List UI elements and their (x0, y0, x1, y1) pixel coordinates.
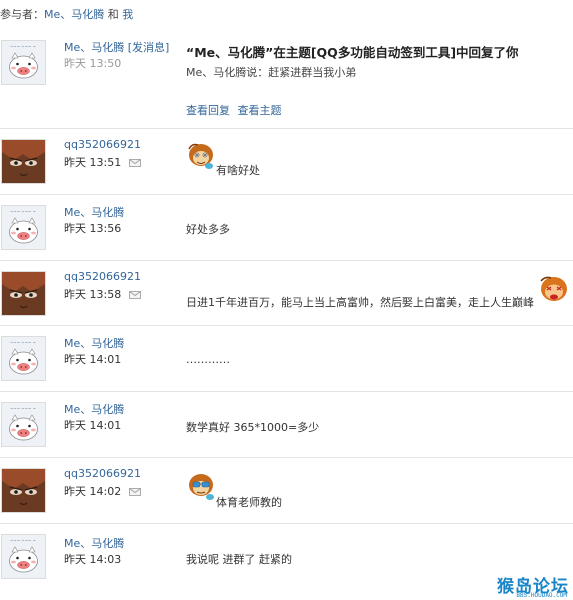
monkey-icon (189, 474, 214, 500)
message-time: 昨天 13:58 (64, 286, 141, 302)
view-reply-link[interactable]: 查看回复 (186, 104, 230, 117)
message-time: 昨天 13:51 (64, 154, 141, 170)
message-text: 有啥好处 (216, 164, 260, 177)
message-time-text: 昨天 14:02 (64, 485, 122, 498)
pig-avatar-icon: ~~~ ~~~ ~ (2, 41, 45, 84)
pig-avatar-icon: ~~~ ~~~ ~ (2, 337, 45, 380)
avatar[interactable] (1, 271, 46, 316)
participants-label: 参与者： (0, 8, 44, 21)
notice-title: “Me、马化腾”在主题[QQ多功能自动签到工具]中回复了你 (186, 45, 519, 60)
notice-user-link[interactable]: Me、马化腾 (64, 41, 124, 54)
message-row: ~~~ ~~~ ~ Me、马化腾 昨天 13:56 好处多多 (0, 195, 573, 261)
message-text: 日进1千年进百万，能马上当上高富帅，然后娶上白富美，走上人生巅峰 (186, 296, 534, 309)
notice-links: 查看回复 查看主题 (186, 102, 286, 118)
message-row: qq352066921 昨天 14:02 体育老师教的 (0, 458, 573, 524)
site-watermark: 猴岛论坛 BBS.HOUDAO.COM (479, 572, 569, 599)
message-text: 数学真好 365*1000=多少 (186, 421, 320, 434)
message-row: ~~~ ~~~ ~ Me、马化腾 昨天 14:01 数学真好 365*1000=… (0, 392, 573, 458)
svg-text:~~~ ~~~ ~: ~~~ ~~~ ~ (10, 406, 36, 411)
message-row: qq352066921 昨天 13:58 日进1千年进百万，能马上当上高富帅，然… (0, 261, 573, 326)
envelope-icon[interactable] (128, 291, 141, 299)
message-time-text: 昨天 14:01 (64, 353, 122, 366)
monkey-icon (540, 276, 567, 301)
message-user-link[interactable]: Me、马化腾 (64, 535, 124, 551)
message-time: 昨天 14:02 (64, 483, 141, 499)
participant-link-mahuateng[interactable]: Me、马化腾 (44, 8, 104, 21)
monkey-icon (188, 143, 213, 169)
message-user-link[interactable]: qq352066921 (64, 270, 141, 283)
message-time-text: 昨天 14:01 (64, 419, 122, 432)
message-user-link[interactable]: Me、马化腾 (64, 335, 124, 351)
avatar[interactable] (1, 468, 46, 513)
participants-bar: 参与者：Me、马化腾 和 我 (0, 8, 133, 22)
avatar[interactable]: ~~~ ~~~ ~ (1, 402, 46, 447)
svg-text:~~~ ~~~ ~: ~~~ ~~~ ~ (10, 44, 36, 49)
notice-subtitle: Me、马化腾说：赶紧进群当我小弟 (186, 66, 357, 79)
message-time-text: 昨天 13:51 (64, 156, 122, 169)
message-user-link[interactable]: Me、马化腾 (64, 401, 124, 417)
face-avatar-icon (2, 469, 45, 512)
watermark-url: BBS.HOUDAO.COM (516, 592, 567, 599)
avatar[interactable]: ~~~ ~~~ ~ (1, 40, 46, 85)
notice-row: ~~~ ~~~ ~ Me、马化腾 [发消息] 昨天 13:50 “Me、马化腾”… (0, 30, 573, 129)
svg-text:~~~ ~~~ ~: ~~~ ~~~ ~ (10, 538, 36, 543)
message-user-link[interactable]: Me、马化腾 (64, 204, 124, 220)
message-time-text: 昨天 13:56 (64, 222, 122, 235)
message-row: ~~~ ~~~ ~ Me、马化腾 昨天 14:01 ………… (0, 326, 573, 392)
pig-avatar-icon: ~~~ ~~~ ~ (2, 403, 45, 446)
message-text: 体育老师教的 (216, 496, 282, 509)
svg-text:~~~ ~~~ ~: ~~~ ~~~ ~ (10, 209, 36, 214)
avatar[interactable] (1, 139, 46, 184)
avatar[interactable]: ~~~ ~~~ ~ (1, 534, 46, 579)
pig-avatar-icon: ~~~ ~~~ ~ (2, 206, 45, 249)
face-avatar-icon (2, 140, 45, 183)
view-topic-link[interactable]: 查看主题 (238, 104, 282, 117)
notice-time: 昨天 13:50 (64, 57, 122, 70)
message-text: 我说呢 进群了 赶紧的 (186, 553, 292, 566)
message-time-text: 昨天 13:58 (64, 288, 122, 301)
envelope-icon[interactable] (128, 159, 141, 167)
message-time-text: 昨天 14:03 (64, 553, 122, 566)
send-message-link[interactable]: [发消息] (128, 41, 170, 54)
notice-user: Me、马化腾 [发消息] (64, 39, 169, 55)
message-row: qq352066921 昨天 13:51 有啥好处 (0, 129, 573, 195)
envelope-icon[interactable] (128, 488, 141, 496)
participant-link-me[interactable]: 我 (122, 8, 133, 21)
message-user-link[interactable]: qq352066921 (64, 467, 141, 480)
svg-text:~~~ ~~~ ~: ~~~ ~~~ ~ (10, 340, 36, 345)
participants-joiner: 和 (107, 8, 119, 21)
avatar[interactable]: ~~~ ~~~ ~ (1, 205, 46, 250)
pig-avatar-icon: ~~~ ~~~ ~ (2, 535, 45, 578)
message-text: ………… (186, 353, 230, 366)
message-text: 好处多多 (186, 223, 230, 236)
avatar[interactable]: ~~~ ~~~ ~ (1, 336, 46, 381)
message-user-link[interactable]: qq352066921 (64, 138, 141, 151)
face-avatar-icon (2, 272, 45, 315)
